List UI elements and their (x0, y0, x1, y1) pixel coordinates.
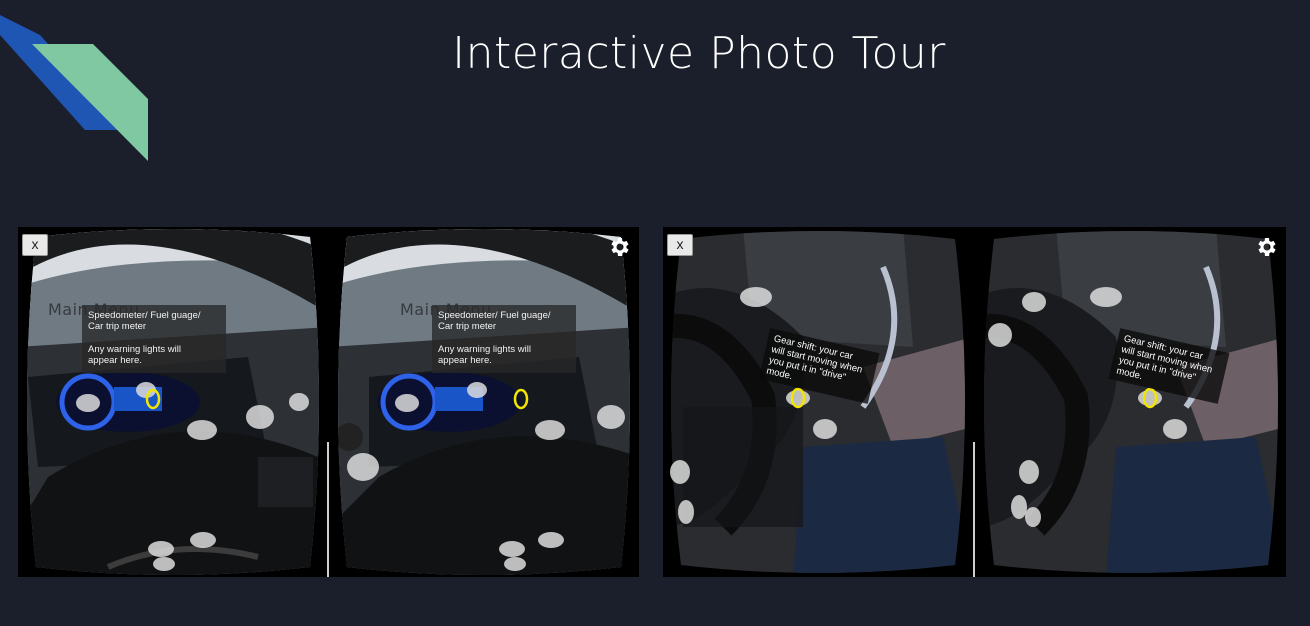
close-button[interactable]: x (667, 234, 693, 256)
info-text: Any warning lights will (88, 344, 181, 355)
vr-left-eye-view (27, 229, 319, 575)
info-box-right: Speedometer/ Fuel guage/ Car trip meter … (432, 305, 576, 373)
close-button[interactable]: x (22, 234, 48, 256)
info-text: Car trip meter (438, 321, 497, 332)
vr-left-eye-view (670, 231, 965, 573)
info-text: Speedometer/ Fuel guage/ (438, 310, 551, 321)
info-text: appear here. (88, 355, 142, 366)
gear-icon[interactable] (607, 235, 631, 259)
info-text: Car trip meter (88, 321, 147, 332)
info-text: Speedometer/ Fuel guage/ (88, 310, 201, 321)
vr-right-eye-view (984, 231, 1278, 573)
info-text: appear here. (438, 355, 492, 366)
info-text: Any warning lights will (438, 344, 531, 355)
page-title: Interactive Photo Tour (452, 28, 946, 79)
vr-viewer-dashboard[interactable]: Main Menu Main Menu Speedometer/ Fuel gu… (18, 227, 639, 577)
eye-divider (973, 442, 975, 577)
gear-icon[interactable] (1254, 235, 1278, 259)
vr-right-eye-view (338, 229, 630, 575)
info-box-left: Speedometer/ Fuel guage/ Car trip meter … (82, 305, 226, 373)
vr-viewer-gearshift[interactable]: Gear shift: your car will start moving w… (663, 227, 1286, 577)
